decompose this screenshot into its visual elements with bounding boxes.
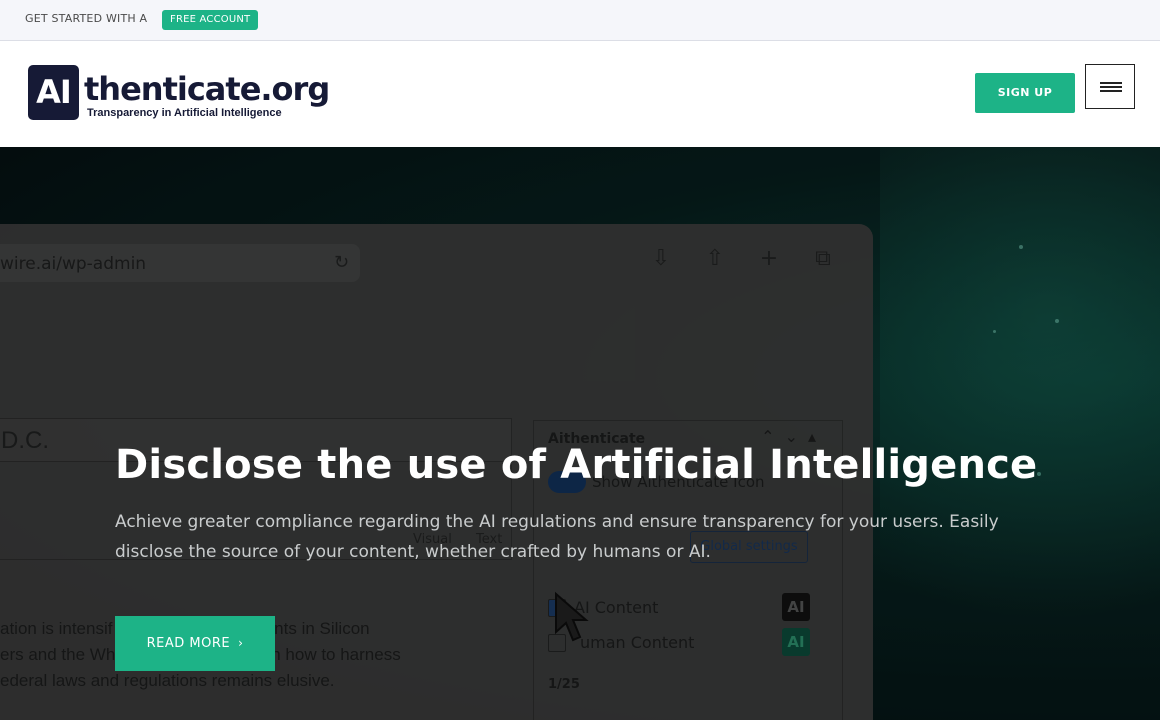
hamburger-icon	[1100, 86, 1122, 88]
free-account-link[interactable]: FREE ACCOUNT	[162, 10, 259, 30]
logo-wordmark: thenticate.org	[84, 70, 330, 108]
read-more-button[interactable]: READ MORE ›	[115, 616, 275, 671]
hamburger-icon	[1100, 90, 1122, 92]
logo-tagline: Transparency in Artificial Intelligence	[87, 107, 282, 119]
hero-subtitle: Achieve greater compliance regarding the…	[115, 512, 999, 562]
announcement-text: GET STARTED WITH A	[25, 12, 148, 25]
logo-mark: AI	[28, 65, 79, 120]
site-logo[interactable]: AI thenticate.org Transparency in Artifi…	[28, 65, 330, 123]
site-header: AI thenticate.org Transparency in Artifi…	[0, 41, 1160, 147]
hamburger-menu-button[interactable]	[1085, 64, 1135, 109]
hero-title: Disclose the use of Artificial Intellige…	[115, 442, 1038, 488]
hamburger-icon	[1100, 82, 1122, 84]
cursor-icon	[555, 591, 589, 642]
announcement-bar: GET STARTED WITH A FREE ACCOUNT	[0, 0, 1160, 41]
sign-up-button[interactable]: SIGN UP	[975, 73, 1075, 113]
chevron-right-icon: ›	[238, 636, 244, 650]
read-more-label: READ MORE	[146, 636, 231, 651]
